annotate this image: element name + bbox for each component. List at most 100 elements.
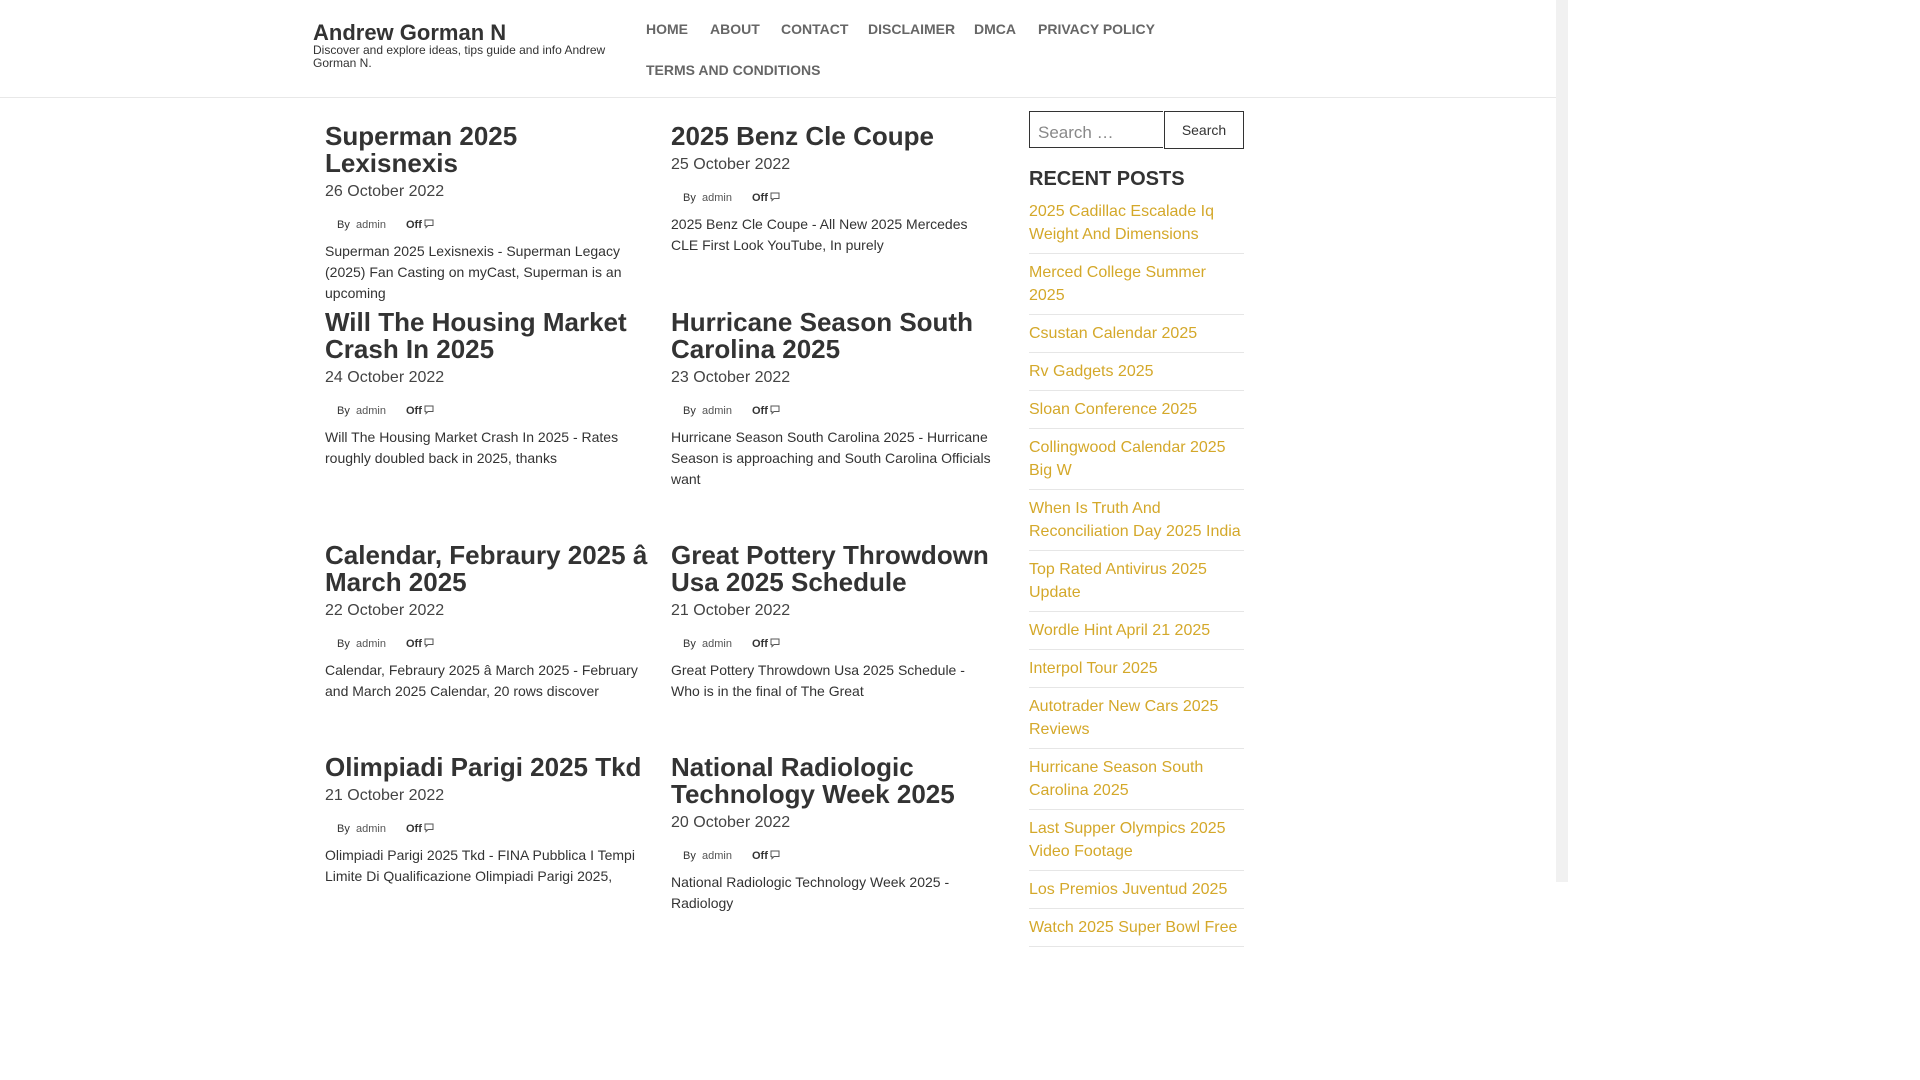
- comment-icon: [770, 638, 780, 648]
- post-author[interactable]: admin: [702, 638, 732, 650]
- post-excerpt: Hurricane Season South Carolina 2025 - H…: [671, 429, 991, 487]
- comment-icon: [770, 405, 780, 415]
- post-meta: By admin Off: [671, 192, 997, 206]
- post-excerpt: Great Pottery Throwdown Usa 2025 Schedul…: [671, 662, 965, 699]
- post-meta: By admin Off: [325, 638, 651, 652]
- comment-icon: [424, 219, 434, 229]
- post-date: 20 October 2022: [671, 814, 791, 831]
- post-comments-status: Off: [406, 405, 422, 417]
- post-meta: By admin Off: [325, 405, 651, 419]
- recent-post-link[interactable]: Top Rated Antivirus 2025 Update: [1029, 558, 1244, 612]
- recent-post-link[interactable]: Los Premios Juventud 2025: [1029, 878, 1244, 909]
- post-excerpt: Will The Housing Market Crash In 2025 - …: [325, 429, 619, 466]
- post-by-label: By: [337, 219, 350, 231]
- recent-post-link[interactable]: Csustan Calendar 2025: [1029, 322, 1244, 353]
- post-comments-status: Off: [752, 638, 768, 650]
- post-author[interactable]: admin: [356, 638, 386, 650]
- comment-icon: [770, 850, 780, 860]
- nav-home[interactable]: HOME: [646, 21, 688, 37]
- recent-post-link[interactable]: 2025 Cadillac Escalade Iq Weight And Dim…: [1029, 200, 1244, 254]
- post-meta: By admin Off: [325, 219, 651, 233]
- post-comments-status: Off: [406, 219, 422, 231]
- nav-dmca[interactable]: DMCA: [974, 21, 1016, 37]
- post-by-label: By: [337, 638, 350, 650]
- post-author[interactable]: admin: [702, 192, 732, 204]
- post-date: 23 October 2022: [671, 369, 791, 386]
- search-input[interactable]: Search …: [1029, 111, 1163, 148]
- post-title[interactable]: 2025 Benz Cle Coupe: [671, 123, 997, 150]
- nav-privacy-policy[interactable]: PRIVACY POLICY: [1038, 21, 1155, 37]
- post-meta: By admin Off: [671, 405, 997, 419]
- post-comments-status: Off: [752, 192, 768, 204]
- post-by-label: By: [683, 405, 696, 417]
- post-comments-status: Off: [752, 405, 768, 417]
- post-by-label: By: [337, 405, 350, 417]
- recent-post-link[interactable]: Interpol Tour 2025: [1029, 657, 1244, 688]
- recent-post-link[interactable]: Watch 2025 Super Bowl Free: [1029, 916, 1244, 947]
- nav-terms[interactable]: TERMS AND CONDITIONS: [646, 62, 820, 78]
- site-description: Discover and explore ideas, tips guide a…: [313, 43, 606, 70]
- post-excerpt: 2025 Benz Cle Coupe - All New 2025 Merce…: [671, 216, 968, 253]
- post-excerpt: Calendar, Febraury 2025 â March 2025 - F…: [325, 662, 638, 699]
- post-meta: By admin Off: [671, 638, 997, 652]
- post-author[interactable]: admin: [356, 405, 386, 417]
- post-title[interactable]: Calendar, Febraury 2025 â March 2025: [325, 542, 651, 596]
- post-title[interactable]: Will The Housing Market Crash In 2025: [325, 309, 651, 363]
- post-title[interactable]: National Radiologic Technology Week 2025: [671, 754, 997, 808]
- post-card: Calendar, Febraury 2025 â March 2025 22 …: [325, 542, 651, 702]
- recent-post-link[interactable]: Rv Gadgets 2025: [1029, 360, 1244, 391]
- post-title[interactable]: Superman 2025 Lexisnexis: [325, 123, 651, 177]
- post-title[interactable]: Hurricane Season South Carolina 2025: [671, 309, 997, 363]
- recent-post-link[interactable]: When Is Truth And Reconciliation Day 202…: [1029, 497, 1244, 551]
- post-by-label: By: [683, 192, 696, 204]
- recent-post-link[interactable]: Merced College Summer 2025: [1029, 261, 1244, 315]
- post-card: 2025 Benz Cle Coupe 25 October 2022 By a…: [671, 123, 997, 256]
- post-title[interactable]: Great Pottery Throwdown Usa 2025 Schedul…: [671, 542, 997, 596]
- post-author[interactable]: admin: [702, 405, 732, 417]
- recent-post-link[interactable]: Autotrader New Cars 2025 Reviews: [1029, 695, 1244, 749]
- recent-post-link[interactable]: Hurricane Season South Carolina 2025: [1029, 756, 1244, 810]
- post-card: National Radiologic Technology Week 2025…: [671, 754, 997, 914]
- recent-posts-list: 2025 Cadillac Escalade Iq Weight And Dim…: [1029, 200, 1244, 954]
- post-comments-status: Off: [752, 850, 768, 862]
- post-date: 22 October 2022: [325, 602, 445, 619]
- post-card: Superman 2025 Lexisnexis 26 October 2022…: [325, 123, 651, 304]
- site-header: Andrew Gorman N Discover and explore ide…: [0, 0, 1556, 98]
- post-excerpt: Superman 2025 Lexisnexis - Superman Lega…: [325, 243, 622, 301]
- comment-icon: [770, 192, 780, 202]
- post-comments-status: Off: [406, 823, 422, 835]
- post-meta: By admin Off: [671, 850, 997, 864]
- recent-post-link[interactable]: Sloan Conference 2025: [1029, 398, 1244, 429]
- post-card: Olimpiadi Parigi 2025 Tkd 21 October 202…: [325, 754, 651, 887]
- search-button[interactable]: Search: [1164, 111, 1244, 149]
- page-scrollbar[interactable]: [1556, 0, 1568, 882]
- recent-post-link[interactable]: Last Supper Olympics 2025 Video Footage: [1029, 817, 1244, 871]
- post-date: 24 October 2022: [325, 369, 445, 386]
- post-card: Will The Housing Market Crash In 2025 24…: [325, 309, 651, 469]
- post-date: 26 October 2022: [325, 183, 445, 200]
- post-author[interactable]: admin: [356, 823, 386, 835]
- post-author[interactable]: admin: [702, 850, 732, 862]
- post-comments-status: Off: [406, 638, 422, 650]
- comment-icon: [424, 823, 434, 833]
- comment-icon: [424, 638, 434, 648]
- post-title[interactable]: Olimpiadi Parigi 2025 Tkd: [325, 754, 651, 781]
- post-card: Great Pottery Throwdown Usa 2025 Schedul…: [671, 542, 997, 702]
- post-excerpt: National Radiologic Technology Week 2025…: [671, 874, 950, 911]
- post-excerpt: Olimpiadi Parigi 2025 Tkd - FINA Pubblic…: [325, 847, 635, 884]
- nav-contact[interactable]: CONTACT: [781, 21, 848, 37]
- recent-post-link[interactable]: Wordle Hint April 21 2025: [1029, 619, 1244, 650]
- post-date: 25 October 2022: [671, 156, 791, 173]
- post-by-label: By: [683, 850, 696, 862]
- post-by-label: By: [337, 823, 350, 835]
- recent-posts-title: RECENT POSTS: [1029, 168, 1185, 190]
- post-date: 21 October 2022: [325, 787, 445, 804]
- post-author[interactable]: admin: [356, 219, 386, 231]
- nav-disclaimer[interactable]: DISCLAIMER: [868, 21, 955, 37]
- recent-post-link[interactable]: Collingwood Calendar 2025 Big W: [1029, 436, 1244, 490]
- comment-icon: [424, 405, 434, 415]
- post-date: 21 October 2022: [671, 602, 791, 619]
- nav-about[interactable]: ABOUT: [710, 21, 760, 37]
- post-meta: By admin Off: [325, 823, 651, 837]
- post-by-label: By: [683, 638, 696, 650]
